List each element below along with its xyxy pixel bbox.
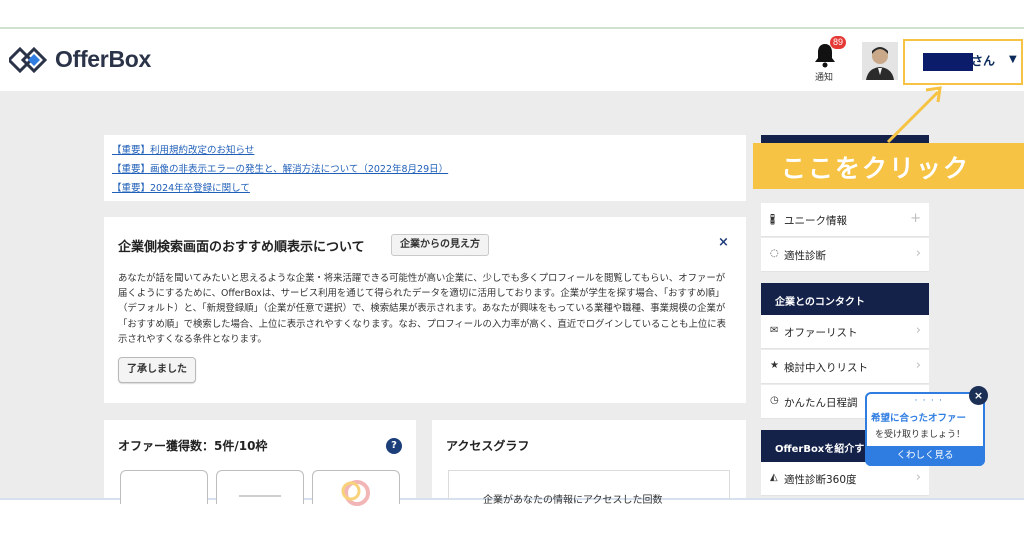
plus-icon: +: [910, 211, 921, 226]
learn-more-button[interactable]: くわしく見る: [865, 446, 985, 466]
notice-card: 【重要】利用規約改定のお知らせ 【重要】画像の非表示エラーの発生と、解消方法につ…: [104, 135, 746, 201]
offerbox-logo[interactable]: OfferBox: [9, 46, 151, 73]
company-logo-icon: [341, 480, 370, 506]
avatar-image: [862, 42, 898, 80]
sidebar-section-title: 企業とのコンタクト: [775, 297, 865, 308]
notice-link[interactable]: 【重要】利用規約改定のお知らせ: [112, 141, 738, 160]
sparkle-icon: ' ' ' ': [915, 398, 944, 406]
app-frame: OfferBox 89 通知 さん ▼ 【重要】利用規約改定のお知らせ 【重要】…: [0, 0, 1024, 538]
redacted-username: [923, 53, 973, 71]
clock-icon: ◷: [770, 395, 779, 406]
close-icon[interactable]: ×: [969, 386, 988, 405]
aptitude-360-icon: ◭: [770, 472, 778, 483]
sidebar-item-label: 検討中入りリスト: [784, 362, 868, 374]
click-here-callout: ここをクリック: [753, 143, 1024, 189]
sidebar-item-label: かんたん日程調: [784, 397, 858, 409]
access-graph-caption: 企業があなたの情報にアクセスした回数: [483, 495, 663, 506]
offer-slot[interactable]: [216, 470, 304, 504]
chevron-right-icon: ›: [915, 470, 921, 485]
bubble-subtext: を受け取りましょう！: [875, 430, 966, 440]
sidebar-section-title: OfferBoxを紹介す: [775, 444, 865, 455]
callout-text: ここをクリック: [781, 154, 971, 183]
access-graph-title: アクセスグラフ: [446, 439, 530, 453]
notification-button[interactable]: 89 通知: [808, 36, 847, 84]
offer-slot[interactable]: [120, 470, 208, 504]
notification-label: 通知: [815, 73, 834, 83]
notice-link[interactable]: 【重要】画像の非表示エラーの発生と、解消方法について（2022年8月29日）: [112, 160, 738, 179]
bubble-headline: 希望に合ったオファー: [871, 413, 967, 424]
recommend-body: あなたが話を聞いてみたいと思えるような企業・将来活躍できる可能性が高い企業に、少…: [118, 273, 726, 345]
recommend-title: 企業側検索画面のおすすめ順表示について: [118, 240, 365, 255]
close-icon[interactable]: ×: [718, 235, 729, 250]
sidebar-item-unique-info[interactable]: 🖁 ユニーク情報 +: [761, 203, 929, 237]
sidebar-item-offer-list[interactable]: ✉ オファーリスト ›: [761, 315, 929, 349]
access-graph-card: アクセスグラフ 企業があなたの情報にアクセスした回数: [432, 420, 746, 506]
person-icon: 🖁: [770, 215, 776, 226]
notification-badge: 89: [830, 36, 847, 49]
company-view-button[interactable]: 企業からの見え方: [391, 234, 489, 256]
acknowledge-button[interactable]: 了承しました: [118, 357, 196, 383]
chevron-right-icon: ›: [915, 323, 921, 338]
offer-slot-text-line: [239, 495, 281, 497]
sidebar-item-aptitude[interactable]: ◌ 適性診断 ›: [761, 238, 929, 272]
help-icon[interactable]: ?: [386, 438, 402, 454]
offer-promo-bubble[interactable]: ' ' ' ' 希望に合ったオファー を受け取りましょう！ くわしく見る: [865, 392, 985, 466]
notice-link[interactable]: 【重要】2024年卒登録に関して: [112, 179, 738, 198]
sidebar-item-label: ユニーク情報: [784, 215, 847, 227]
sidebar-item-consider-list[interactable]: ★ 検討中入りリスト ›: [761, 350, 929, 384]
sidebar-item-label: 適性診断: [784, 250, 826, 262]
offer-slot[interactable]: [312, 470, 400, 506]
access-graph-panel: 企業があなたの情報にアクセスした回数: [448, 470, 730, 506]
offer-count-title: オファー獲得数：5件/10枠: [118, 439, 268, 453]
star-icon: ★: [770, 360, 779, 371]
user-menu-button[interactable]: さん ▼: [903, 39, 1023, 85]
chevron-right-icon: ›: [915, 358, 921, 373]
avatar[interactable]: [862, 42, 898, 80]
sidebar-item-label: オファーリスト: [784, 327, 858, 339]
recommend-card: 企業側検索画面のおすすめ順表示について 企業からの見え方 × あなたが話を聞いて…: [104, 217, 746, 403]
sidebar-section-contact: 企業とのコンタクト: [761, 283, 929, 315]
aptitude-icon: ◌: [770, 248, 779, 259]
logo-text: OfferBox: [55, 46, 152, 72]
sidebar-item-aptitude-360[interactable]: ◭ 適性診断360度 ›: [761, 462, 929, 496]
offerbox-logo-icon: [9, 46, 48, 73]
callout-arrow: [886, 86, 942, 144]
sidebar-item-label: 適性診断360度: [784, 474, 857, 486]
chevron-down-icon: ▼: [1009, 54, 1017, 65]
mail-icon: ✉: [770, 325, 779, 336]
chevron-right-icon: ›: [915, 246, 921, 261]
offer-count-card: オファー獲得数：5件/10枠 ?: [104, 420, 416, 506]
user-suffix: さん: [971, 54, 996, 68]
